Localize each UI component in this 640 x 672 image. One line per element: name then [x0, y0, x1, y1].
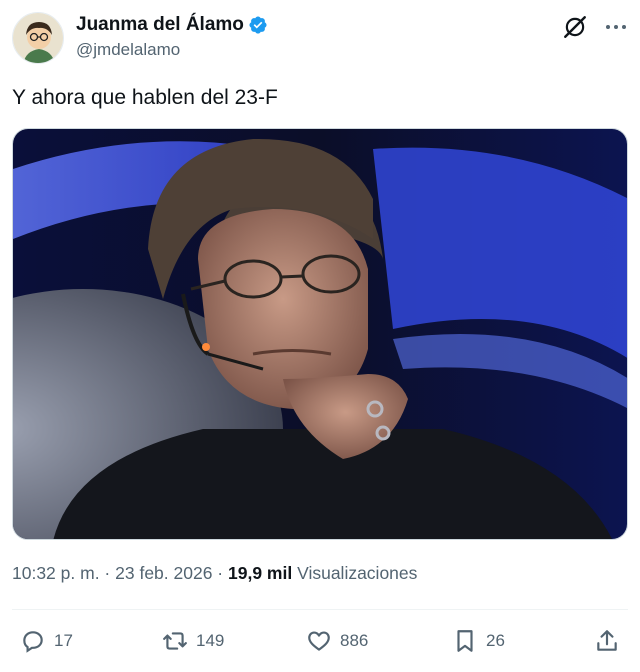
tweet-date[interactable]: 23 feb. 2026: [115, 563, 212, 583]
tweet-time[interactable]: 10:32 p. m.: [12, 563, 100, 583]
more-icon[interactable]: [604, 20, 628, 34]
avatar[interactable]: [12, 12, 64, 64]
tweet-meta: 10:32 p. m. · 23 feb. 2026 · 19,9 mil Vi…: [12, 563, 417, 584]
tweet-header: Juanma del Álamo @jmdelalamo: [12, 12, 628, 66]
share-icon: [597, 630, 617, 651]
like-count: 886: [340, 631, 369, 650]
display-name[interactable]: Juanma del Álamo: [76, 14, 244, 36]
meta-separator: ·: [99, 563, 116, 583]
divider: [12, 609, 628, 610]
verified-badge-icon: [249, 16, 267, 34]
avatar-image: [13, 13, 63, 63]
handle[interactable]: @jmdelalamo: [76, 40, 268, 60]
action-bar: 17 149 886 26: [12, 628, 628, 660]
reply-icon: [23, 631, 43, 653]
bookmark-icon: [457, 630, 473, 652]
views-count: 19,9 mil: [228, 563, 293, 583]
views-label: Visualizaciones: [297, 563, 418, 583]
repost-icon: [163, 632, 187, 650]
meta-separator: ·: [212, 563, 228, 583]
reply-count: 17: [54, 631, 73, 650]
bookmark-count: 26: [486, 631, 505, 650]
bookmark-button[interactable]: 26: [452, 628, 505, 654]
reply-button[interactable]: 17: [20, 628, 73, 654]
repost-button[interactable]: 149: [162, 628, 224, 654]
like-icon: [308, 631, 330, 651]
photo-image: [13, 129, 627, 539]
tweet-photo[interactable]: [12, 128, 628, 540]
repost-count: 149: [196, 631, 225, 650]
tweet-text: Y ahora que hablen del 23-F: [12, 86, 278, 109]
like-button[interactable]: 886: [306, 628, 368, 654]
share-button[interactable]: [594, 628, 620, 654]
grok-icon[interactable]: [562, 14, 588, 40]
